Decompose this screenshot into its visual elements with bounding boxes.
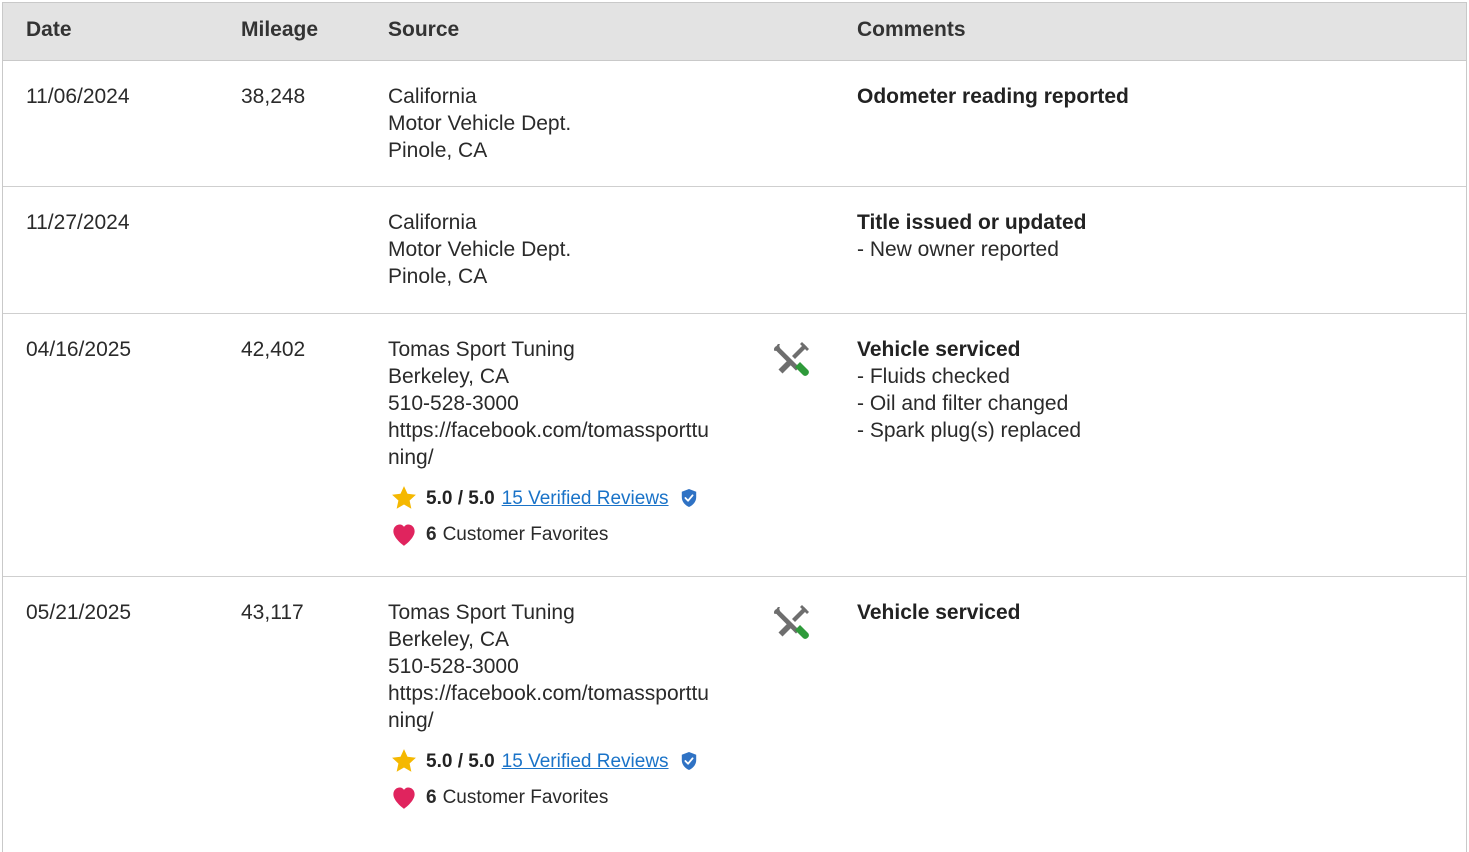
comment-item: - New owner reported — [857, 238, 1059, 261]
table-header: Date Mileage Source Comments — [3, 3, 1466, 61]
row-date: 05/21/2025 — [26, 601, 132, 624]
comment-item: - Fluids checked — [857, 365, 1010, 388]
row-mileage: 43,117 — [241, 601, 304, 624]
comment-title: Title issued or updated — [857, 211, 1087, 234]
rating-line: 5.0 / 5.0 15 Verified Reviews — [388, 746, 709, 776]
comment-title: Odometer reading reported — [857, 85, 1129, 108]
table-row: 11/27/2024 California Motor Vehicle Dept… — [3, 187, 1466, 314]
verified-shield-icon — [679, 487, 699, 509]
source-location: Pinole, CA — [388, 265, 488, 288]
source-dept: Motor Vehicle Dept. — [388, 238, 572, 261]
header-mileage: Mileage — [241, 18, 319, 41]
comment-title: Vehicle serviced — [857, 338, 1021, 361]
source-phone: 510-528-3000 — [388, 655, 519, 678]
header-comments: Comments — [857, 18, 966, 41]
row-comments: Odometer reading reported — [857, 83, 1129, 110]
verified-reviews-link[interactable]: 15 Verified Reviews — [502, 485, 669, 512]
source-phone: 510-528-3000 — [388, 392, 519, 415]
header-source: Source — [388, 18, 460, 41]
source-dept: Motor Vehicle Dept. — [388, 112, 572, 135]
row-source: California Motor Vehicle Dept. Pinole, C… — [388, 83, 571, 164]
source-location: Berkeley, CA — [388, 365, 509, 388]
source-name: California — [388, 211, 477, 234]
favorites-line: 6 Customer Favorites — [388, 519, 709, 549]
rating-score: 5.0 / 5.0 — [426, 750, 495, 772]
star-icon — [388, 746, 420, 776]
comment-item: - Spark plug(s) replaced — [857, 419, 1082, 442]
rating-score: 5.0 / 5.0 — [426, 487, 495, 509]
source-name: Tomas Sport Tuning — [388, 338, 575, 361]
favorites-label: Customer Favorites — [442, 786, 609, 808]
source-url-cont: ning/ — [388, 709, 434, 732]
source-location: Berkeley, CA — [388, 628, 509, 651]
verified-shield-icon — [679, 750, 699, 772]
row-date: 04/16/2025 — [26, 338, 132, 361]
rating-line: 5.0 / 5.0 15 Verified Reviews — [388, 483, 709, 513]
favorites-label: Customer Favorites — [442, 523, 609, 545]
verified-reviews-link[interactable]: 15 Verified Reviews — [502, 748, 669, 775]
comment-title: Vehicle serviced — [857, 601, 1021, 624]
favorites-line: 6 Customer Favorites — [388, 782, 709, 812]
source-url: https://facebook.com/tomassporttu — [388, 682, 709, 705]
source-name: California — [388, 85, 477, 108]
row-date: 11/27/2024 — [26, 211, 130, 234]
row-comments: Vehicle serviced — [857, 599, 1020, 626]
source-url-cont: ning/ — [388, 446, 434, 469]
row-date: 11/06/2024 — [26, 85, 130, 108]
heart-icon — [388, 519, 420, 549]
service-tools-icon — [771, 340, 811, 380]
star-icon — [388, 483, 420, 513]
row-source: Tomas Sport Tuning Berkeley, CA 510-528-… — [388, 599, 709, 812]
favorites-count: 6 — [426, 523, 437, 545]
row-mileage: 42,402 — [241, 338, 306, 361]
row-source: Tomas Sport Tuning Berkeley, CA 510-528-… — [388, 336, 709, 549]
comment-item: - Oil and filter changed — [857, 392, 1069, 415]
header-date: Date — [26, 18, 72, 41]
row-comments: Title issued or updated - New owner repo… — [857, 209, 1086, 263]
row-source: California Motor Vehicle Dept. Pinole, C… — [388, 209, 571, 290]
source-name: Tomas Sport Tuning — [388, 601, 575, 624]
favorites-count: 6 — [426, 786, 437, 808]
source-location: Pinole, CA — [388, 139, 488, 162]
source-url: https://facebook.com/tomassporttu — [388, 419, 709, 442]
row-comments: Vehicle serviced - Fluids checked - Oil … — [857, 336, 1081, 444]
table-row: 05/21/2025 43,117 Tomas Sport Tuning Ber… — [3, 577, 1466, 839]
table-row: 11/06/2024 38,248 California Motor Vehic… — [3, 61, 1466, 187]
table-row: 04/16/2025 42,402 Tomas Sport Tuning Ber… — [3, 314, 1466, 577]
service-tools-icon — [771, 603, 811, 643]
heart-icon — [388, 782, 420, 812]
row-mileage: 38,248 — [241, 85, 306, 108]
